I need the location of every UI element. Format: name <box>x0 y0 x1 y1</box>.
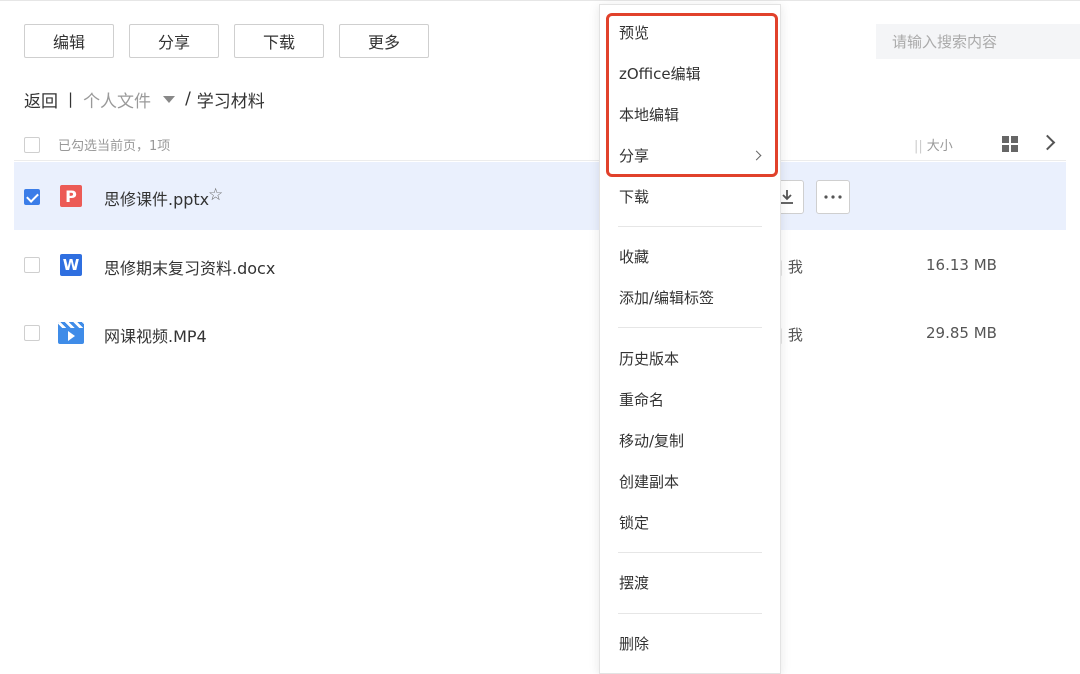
grid-view-icon[interactable] <box>1002 136 1018 152</box>
table-row[interactable]: W 思修期末复习资料.docx | 我 16.13 MB <box>14 230 1066 298</box>
table-row[interactable]: 网课视频.MP4 | 我 29.85 MB <box>14 298 1066 366</box>
breadcrumb-slash: / <box>185 89 191 109</box>
breadcrumb-current-folder: 学习材料 <box>196 91 265 112</box>
docx-icon: W <box>60 254 82 276</box>
row-checkbox[interactable] <box>24 325 40 341</box>
menu-divider <box>618 327 762 328</box>
edit-button[interactable]: 编辑 <box>24 24 114 58</box>
size-column-header[interactable]: || 大小 <box>914 135 953 154</box>
download-icon <box>781 190 793 204</box>
menu-item-rename[interactable]: 重命名 <box>619 389 664 410</box>
file-size: 29.85 MB <box>926 324 997 342</box>
breadcrumb: 返回 | 个人文件 / 学习材料 <box>24 86 265 112</box>
breadcrumb-personal-files[interactable]: 个人文件 <box>83 87 151 112</box>
menu-divider <box>618 226 762 227</box>
column-resize-handle: || <box>914 139 923 154</box>
menu-item-download[interactable]: 下载 <box>619 186 649 207</box>
chevron-right-icon[interactable] <box>1039 134 1056 151</box>
menu-item-history[interactable]: 历史版本 <box>619 348 679 369</box>
star-icon[interactable]: ☆ <box>208 185 223 205</box>
owner: | 我 <box>778 326 803 344</box>
menu-item-transfer[interactable]: 摆渡 <box>619 572 649 593</box>
table-row[interactable]: P 思修课件.pptx ☆ <box>14 162 1066 230</box>
owner: | 我 <box>778 258 803 276</box>
file-name[interactable]: 思修课件.pptx <box>104 186 209 210</box>
more-icon <box>824 195 842 199</box>
download-button[interactable]: 下载 <box>234 24 324 58</box>
menu-divider <box>618 552 762 553</box>
menu-item-duplicate[interactable]: 创建副本 <box>619 471 679 492</box>
menu-item-lock[interactable]: 锁定 <box>619 512 649 533</box>
size-column-label: 大小 <box>926 139 953 154</box>
file-name[interactable]: 思修期末复习资料.docx <box>104 255 275 279</box>
select-all-checkbox[interactable] <box>24 137 40 153</box>
menu-item-move-copy[interactable]: 移动/复制 <box>619 430 684 451</box>
top-border <box>0 0 1080 1</box>
divider <box>14 160 1066 161</box>
row-checkbox[interactable] <box>24 189 40 205</box>
row-checkbox[interactable] <box>24 257 40 273</box>
menu-item-favorite[interactable]: 收藏 <box>619 246 649 267</box>
search-input[interactable]: 请输入搜索内容 <box>876 24 1080 59</box>
menu-item-tags[interactable]: 添加/编辑标签 <box>619 287 714 308</box>
caret-down-icon[interactable] <box>163 95 176 103</box>
row-more-button[interactable] <box>816 180 850 214</box>
share-button[interactable]: 分享 <box>129 24 219 58</box>
breadcrumb-separator: | <box>68 90 74 108</box>
file-size: 16.13 MB <box>926 256 997 274</box>
selection-count: 已勾选当前页，1项 <box>58 139 171 154</box>
video-icon <box>58 322 84 344</box>
menu-item-delete[interactable]: 删除 <box>619 633 649 654</box>
pptx-icon: P <box>60 185 82 207</box>
file-name[interactable]: 网课视频.MP4 <box>104 323 207 347</box>
menu-divider <box>618 613 762 614</box>
more-button[interactable]: 更多 <box>339 24 429 58</box>
back-link[interactable]: 返回 <box>24 87 58 112</box>
highlight-box <box>606 13 778 177</box>
